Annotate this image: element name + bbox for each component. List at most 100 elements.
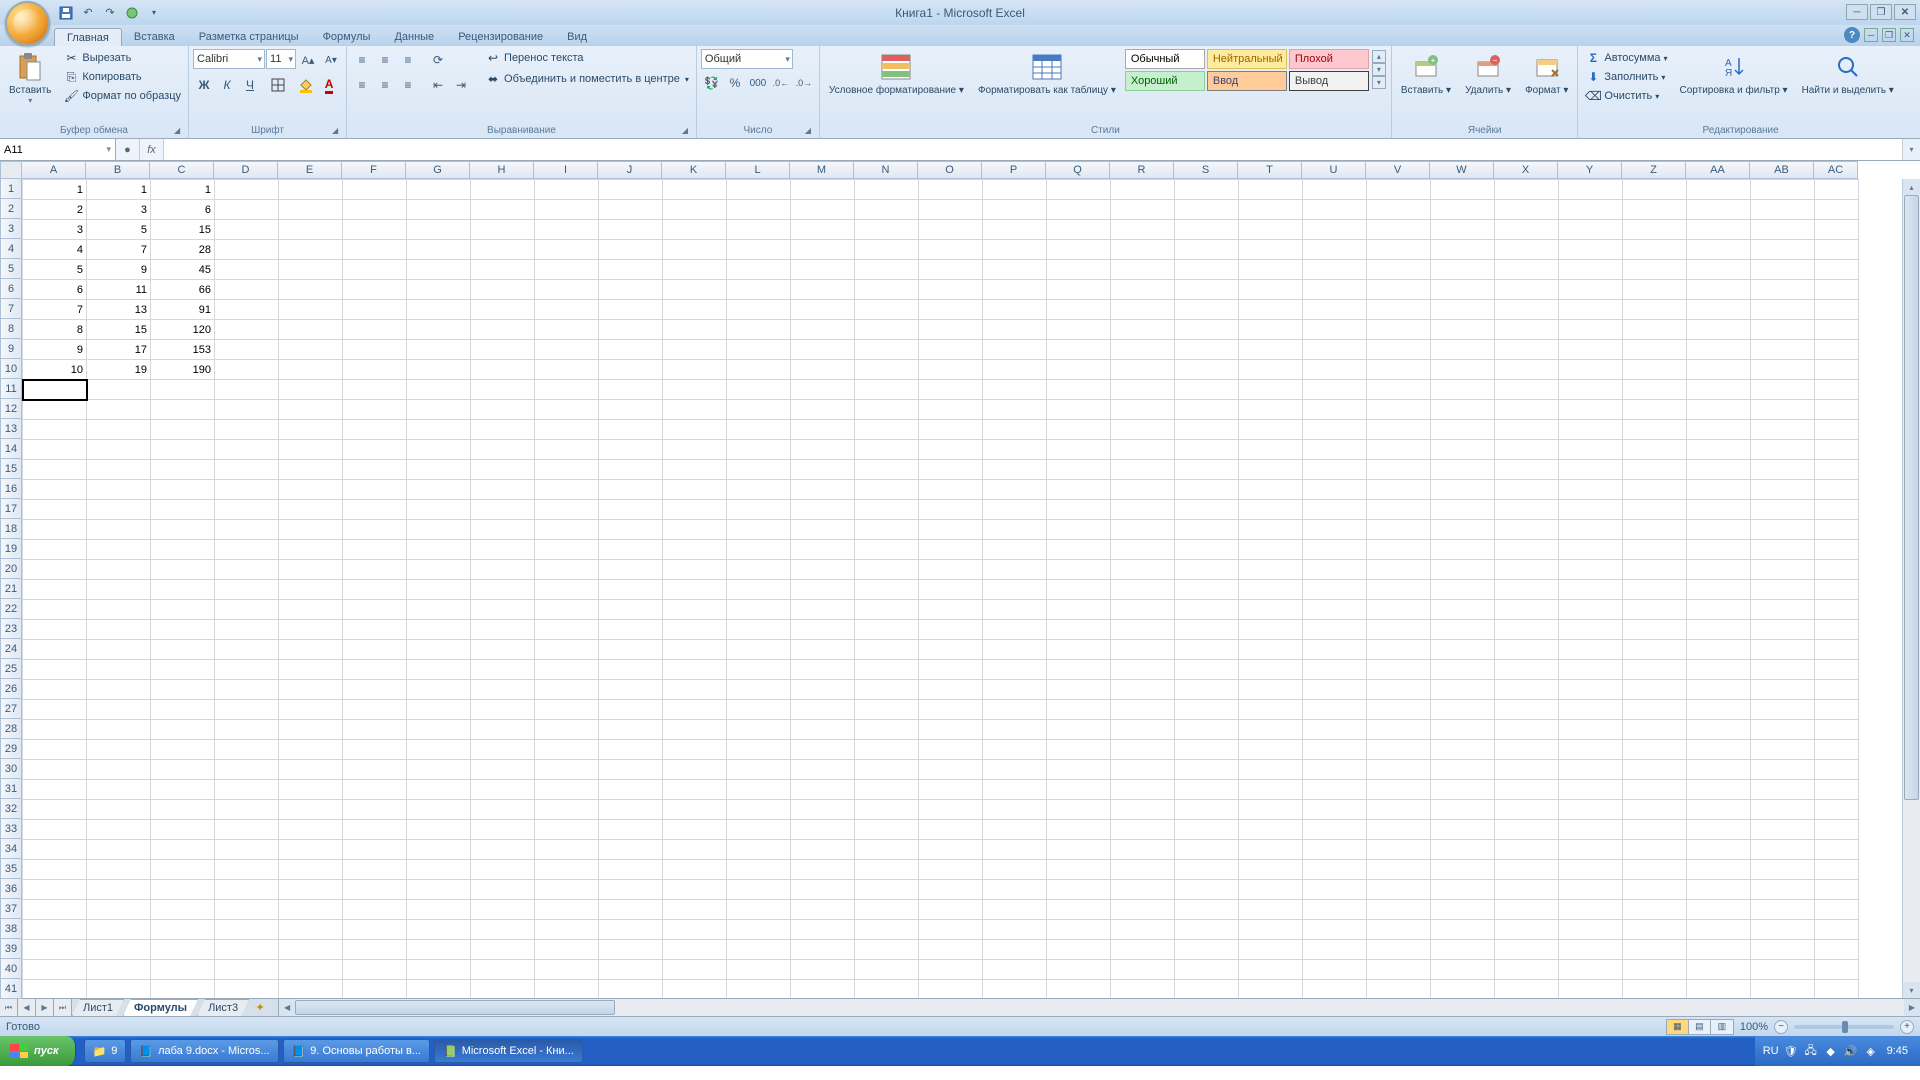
cell[interactable] bbox=[1111, 740, 1175, 760]
cell[interactable] bbox=[87, 480, 151, 500]
cell[interactable] bbox=[471, 760, 535, 780]
row-header-17[interactable]: 17 bbox=[0, 499, 22, 519]
cell[interactable] bbox=[983, 280, 1047, 300]
col-header-V[interactable]: V bbox=[1366, 161, 1430, 179]
cell[interactable] bbox=[663, 220, 727, 240]
cell[interactable]: 19 bbox=[87, 360, 151, 380]
cell[interactable] bbox=[1687, 720, 1751, 740]
cell[interactable] bbox=[23, 780, 87, 800]
cell[interactable] bbox=[1431, 180, 1495, 200]
cell[interactable] bbox=[279, 920, 343, 940]
style-scroll-up-icon[interactable]: ▴ bbox=[1372, 50, 1386, 63]
comma-icon[interactable]: 000 bbox=[747, 72, 769, 94]
cell[interactable] bbox=[1815, 920, 1859, 940]
cell[interactable] bbox=[23, 980, 87, 999]
row-header-14[interactable]: 14 bbox=[0, 439, 22, 459]
cell[interactable] bbox=[983, 800, 1047, 820]
cell[interactable] bbox=[919, 280, 983, 300]
row-header-35[interactable]: 35 bbox=[0, 859, 22, 879]
cell[interactable] bbox=[279, 580, 343, 600]
cell[interactable] bbox=[407, 760, 471, 780]
cell[interactable] bbox=[599, 200, 663, 220]
cell[interactable] bbox=[151, 380, 215, 400]
cell[interactable] bbox=[1431, 760, 1495, 780]
cell[interactable] bbox=[1367, 480, 1431, 500]
cell[interactable] bbox=[1495, 680, 1559, 700]
cancel-formula-icon[interactable]: ● bbox=[116, 139, 140, 160]
cell[interactable] bbox=[663, 900, 727, 920]
cell[interactable] bbox=[1239, 460, 1303, 480]
col-header-H[interactable]: H bbox=[470, 161, 534, 179]
cell[interactable] bbox=[1687, 960, 1751, 980]
cell[interactable] bbox=[983, 700, 1047, 720]
cell[interactable] bbox=[663, 500, 727, 520]
cell[interactable] bbox=[663, 740, 727, 760]
cell[interactable] bbox=[23, 680, 87, 700]
cell[interactable] bbox=[663, 720, 727, 740]
cell[interactable] bbox=[1687, 700, 1751, 720]
cell[interactable] bbox=[1303, 840, 1367, 860]
cell[interactable] bbox=[1175, 320, 1239, 340]
cell[interactable] bbox=[87, 380, 151, 400]
formula-input[interactable] bbox=[164, 139, 1902, 160]
cell[interactable] bbox=[1047, 640, 1111, 660]
cell[interactable] bbox=[1303, 500, 1367, 520]
qat-save-icon[interactable] bbox=[56, 3, 76, 23]
cell[interactable] bbox=[279, 600, 343, 620]
cell[interactable] bbox=[343, 440, 407, 460]
cell[interactable] bbox=[1303, 860, 1367, 880]
cell[interactable] bbox=[855, 760, 919, 780]
style-scroll-down-icon[interactable]: ▾ bbox=[1372, 63, 1386, 76]
cell[interactable] bbox=[1687, 540, 1751, 560]
cell[interactable] bbox=[471, 320, 535, 340]
cell[interactable] bbox=[1815, 660, 1859, 680]
cell[interactable] bbox=[87, 800, 151, 820]
cell[interactable] bbox=[919, 480, 983, 500]
cell[interactable] bbox=[535, 600, 599, 620]
cell[interactable] bbox=[215, 740, 279, 760]
cell[interactable] bbox=[599, 980, 663, 999]
cell[interactable] bbox=[983, 500, 1047, 520]
cell[interactable] bbox=[599, 540, 663, 560]
cell[interactable] bbox=[1815, 200, 1859, 220]
cell[interactable] bbox=[1559, 640, 1623, 660]
cell[interactable] bbox=[279, 740, 343, 760]
tab-Рецензирование[interactable]: Рецензирование bbox=[446, 28, 555, 46]
cell[interactable] bbox=[1431, 640, 1495, 660]
cell[interactable] bbox=[1367, 620, 1431, 640]
cell[interactable] bbox=[1751, 380, 1815, 400]
cell[interactable] bbox=[1047, 200, 1111, 220]
cell[interactable] bbox=[23, 660, 87, 680]
cell[interactable] bbox=[727, 780, 791, 800]
cell[interactable]: 190 bbox=[151, 360, 215, 380]
fill-color-button[interactable] bbox=[295, 74, 317, 96]
cell[interactable] bbox=[87, 740, 151, 760]
cell[interactable] bbox=[727, 860, 791, 880]
cell[interactable] bbox=[87, 900, 151, 920]
cell[interactable] bbox=[535, 280, 599, 300]
cell[interactable] bbox=[1751, 820, 1815, 840]
cell[interactable] bbox=[1431, 900, 1495, 920]
cell[interactable] bbox=[919, 760, 983, 780]
cell[interactable] bbox=[1751, 860, 1815, 880]
cell[interactable] bbox=[343, 460, 407, 480]
cell[interactable] bbox=[471, 560, 535, 580]
cell[interactable] bbox=[919, 560, 983, 580]
cell[interactable] bbox=[599, 440, 663, 460]
cell[interactable] bbox=[919, 640, 983, 660]
cell[interactable] bbox=[407, 940, 471, 960]
cell[interactable] bbox=[727, 320, 791, 340]
cell[interactable] bbox=[1111, 440, 1175, 460]
number-launcher-icon[interactable]: ◢ bbox=[803, 126, 813, 136]
col-header-F[interactable]: F bbox=[342, 161, 406, 179]
cell[interactable] bbox=[471, 520, 535, 540]
cell[interactable] bbox=[727, 400, 791, 420]
cell[interactable] bbox=[343, 980, 407, 999]
cell[interactable] bbox=[407, 340, 471, 360]
cell[interactable] bbox=[1751, 620, 1815, 640]
cell[interactable] bbox=[983, 720, 1047, 740]
cell[interactable] bbox=[279, 440, 343, 460]
cell[interactable] bbox=[1687, 240, 1751, 260]
cell[interactable] bbox=[663, 260, 727, 280]
cell[interactable] bbox=[663, 800, 727, 820]
